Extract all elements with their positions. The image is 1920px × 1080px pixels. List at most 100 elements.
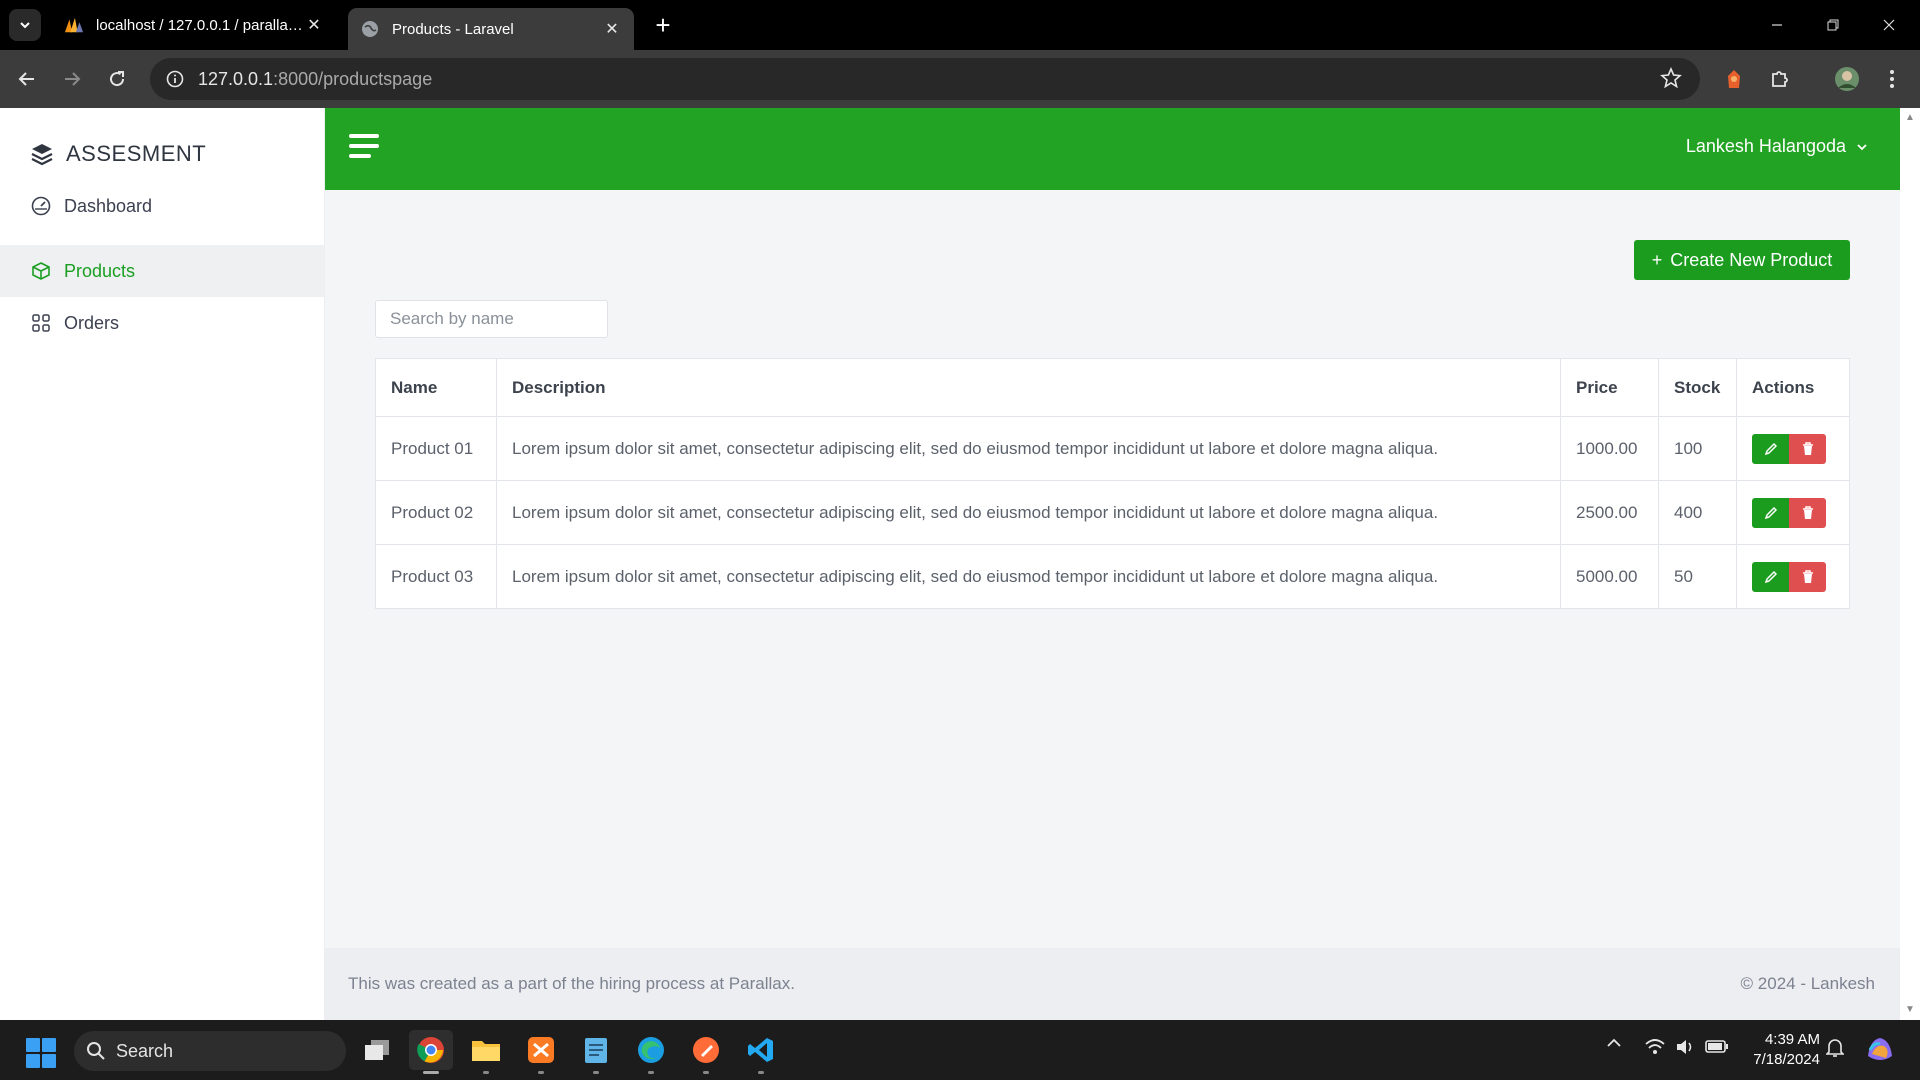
pencil-icon bbox=[1764, 506, 1777, 519]
show-hidden-icons-icon[interactable] bbox=[1606, 1038, 1622, 1048]
table-header-row: Name Description Price Stock Actions bbox=[375, 358, 1850, 417]
globe-icon bbox=[360, 19, 380, 39]
table-row: Product 02 Lorem ipsum dolor sit amet, c… bbox=[375, 480, 1850, 545]
new-tab-button[interactable]: + bbox=[648, 10, 678, 40]
site-info-icon[interactable] bbox=[162, 66, 188, 92]
reload-icon bbox=[110, 71, 125, 87]
taskbar-clock[interactable]: 4:39 AM 7/18/2024 bbox=[1740, 1030, 1820, 1070]
product-name: Product 03 bbox=[375, 544, 497, 609]
browser-tab-products[interactable]: Products - Laravel ✕ bbox=[348, 8, 634, 50]
product-description: Lorem ipsum dolor sit amet, consectetur … bbox=[496, 416, 1561, 481]
sidebar: ASSESMENT Dashboard Products Orders bbox=[0, 108, 325, 1020]
brand[interactable]: ASSESMENT bbox=[30, 138, 206, 170]
notification-bell-icon[interactable] bbox=[1826, 1038, 1844, 1058]
tab-search-button[interactable] bbox=[9, 9, 41, 41]
url-path: :8000/productspage bbox=[273, 68, 433, 89]
plus-icon: + bbox=[1651, 249, 1663, 270]
file-explorer-icon[interactable] bbox=[464, 1030, 508, 1074]
bookmark-star-icon[interactable] bbox=[1660, 66, 1682, 94]
product-description: Lorem ipsum dolor sit amet, consectetur … bbox=[496, 480, 1561, 545]
chevron-down-icon bbox=[1857, 143, 1867, 150]
restore-button[interactable] bbox=[1806, 8, 1860, 42]
footer-note: This was created as a part of the hiring… bbox=[348, 974, 795, 993]
user-name: Lankesh Halangoda bbox=[1685, 136, 1846, 156]
volume-icon[interactable] bbox=[1675, 1038, 1695, 1056]
xampp-icon[interactable] bbox=[519, 1030, 563, 1074]
extensions-puzzle-icon[interactable] bbox=[1763, 62, 1797, 96]
product-name: Product 02 bbox=[375, 480, 497, 545]
postman-icon[interactable] bbox=[684, 1030, 728, 1074]
scroll-up-arrow-icon[interactable]: ▲ bbox=[1905, 112, 1915, 123]
battery-icon[interactable] bbox=[1705, 1038, 1729, 1054]
vscode-icon[interactable] bbox=[739, 1030, 783, 1074]
windows-start-icon[interactable] bbox=[26, 1038, 56, 1068]
column-header: Stock bbox=[1658, 358, 1737, 417]
profile-avatar[interactable] bbox=[1830, 62, 1864, 96]
taskbar-search-label: Search bbox=[116, 1040, 174, 1061]
sidebar-item-label: Dashboard bbox=[64, 195, 153, 216]
trash-icon bbox=[1802, 441, 1813, 455]
clock-date: 7/18/2024 bbox=[1753, 1051, 1820, 1068]
menu-kebab-icon[interactable] bbox=[1875, 62, 1909, 96]
extension-fox-icon[interactable] bbox=[1717, 62, 1751, 96]
delete-button[interactable] bbox=[1789, 497, 1826, 528]
row-actions bbox=[1736, 544, 1850, 609]
close-window-button[interactable] bbox=[1862, 8, 1916, 42]
page-viewport: ASSESMENT Dashboard Products Orders Lank… bbox=[0, 108, 1920, 1020]
user-menu[interactable]: Lankesh Halangoda bbox=[1686, 136, 1868, 157]
notepad-icon[interactable] bbox=[574, 1030, 618, 1074]
copilot-icon[interactable] bbox=[1864, 1034, 1896, 1064]
product-name: Product 01 bbox=[375, 416, 497, 481]
close-icon bbox=[1883, 19, 1895, 31]
edit-button[interactable] bbox=[1752, 561, 1789, 592]
product-price: 1000.00 bbox=[1560, 416, 1659, 481]
create-product-button[interactable]: + Create New Product bbox=[1634, 240, 1850, 280]
wifi-icon[interactable] bbox=[1644, 1038, 1666, 1056]
table-row: Product 03 Lorem ipsum dolor sit amet, c… bbox=[375, 544, 1850, 609]
address-bar[interactable]: 127.0.0.1:8000/productspage bbox=[150, 58, 1700, 100]
scroll-down-arrow-icon[interactable]: ▼ bbox=[1905, 1004, 1915, 1015]
search-input[interactable] bbox=[375, 300, 608, 338]
restore-icon bbox=[1827, 19, 1839, 31]
top-navbar: Lankesh Halangoda bbox=[325, 108, 1900, 190]
forward-button[interactable] bbox=[55, 62, 89, 96]
task-view-icon[interactable] bbox=[355, 1030, 399, 1070]
products-table: Name Description Price Stock Actions Pro… bbox=[375, 358, 1850, 609]
tab-close-icon[interactable]: ✕ bbox=[304, 15, 324, 35]
browser-toolbar: 127.0.0.1:8000/productspage bbox=[0, 50, 1920, 108]
search-icon bbox=[87, 1042, 105, 1060]
page-scrollbar[interactable]: ▲ ▼ bbox=[1900, 108, 1920, 1020]
page-footer: This was created as a part of the hiring… bbox=[325, 948, 1900, 1020]
trash-icon bbox=[1802, 505, 1813, 519]
chevron-down-icon bbox=[20, 22, 30, 29]
reload-button[interactable] bbox=[100, 62, 134, 96]
column-header: Price bbox=[1560, 358, 1659, 417]
edit-button[interactable] bbox=[1752, 433, 1789, 464]
tab-title: Products - Laravel bbox=[392, 20, 514, 38]
sidebar-item-products[interactable]: Products bbox=[0, 245, 325, 297]
dashboard-icon bbox=[30, 195, 52, 217]
product-stock: 50 bbox=[1658, 544, 1737, 609]
edit-button[interactable] bbox=[1752, 497, 1789, 528]
back-button[interactable] bbox=[10, 62, 44, 96]
product-price: 2500.00 bbox=[1560, 480, 1659, 545]
arrow-left-icon bbox=[18, 72, 34, 86]
minimize-icon bbox=[1772, 24, 1782, 26]
url-host: 127.0.0.1 bbox=[198, 68, 274, 89]
browser-tab-phpmyadmin[interactable]: localhost / 127.0.0.1 / parallax_a ✕ bbox=[52, 8, 336, 42]
tab-close-icon[interactable]: ✕ bbox=[602, 19, 622, 39]
delete-button[interactable] bbox=[1789, 561, 1826, 592]
main-content: + Create New Product Name Description Pr… bbox=[325, 190, 1900, 1020]
sidebar-item-dashboard[interactable]: Dashboard bbox=[0, 180, 325, 232]
taskbar-search[interactable]: Search bbox=[74, 1031, 346, 1071]
box-icon bbox=[30, 260, 52, 282]
chrome-app-icon[interactable] bbox=[409, 1030, 453, 1074]
phpmyadmin-icon bbox=[64, 15, 84, 35]
sidebar-item-orders[interactable]: Orders bbox=[0, 297, 325, 349]
menu-toggle-icon[interactable] bbox=[349, 134, 379, 164]
edge-browser-icon[interactable] bbox=[629, 1030, 673, 1074]
delete-button[interactable] bbox=[1789, 433, 1826, 464]
pencil-icon bbox=[1764, 442, 1777, 455]
minimize-button[interactable] bbox=[1750, 8, 1804, 42]
row-actions bbox=[1736, 480, 1850, 545]
